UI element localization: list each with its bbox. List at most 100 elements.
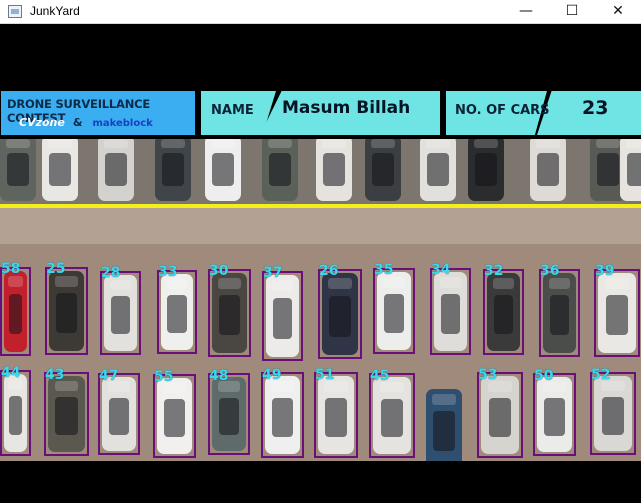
detection-box — [369, 373, 415, 458]
car-hood — [6, 139, 30, 149]
name-label: NAME — [211, 103, 254, 118]
car-hood — [48, 139, 72, 149]
car-hood — [268, 139, 292, 149]
detection-id-label: 49 — [262, 367, 282, 383]
car-roof — [105, 153, 127, 187]
car-hood — [432, 393, 456, 405]
car-hood — [474, 139, 498, 149]
detection-box — [208, 269, 251, 357]
detection-id-label: 44 — [1, 365, 21, 381]
car-roof — [323, 153, 345, 187]
car-roof — [212, 153, 234, 187]
detection-box — [477, 372, 523, 458]
detection-box — [533, 373, 576, 456]
detection-id-label: 52 — [591, 367, 611, 383]
detection-id-label: 32 — [484, 263, 504, 279]
detection-id-label: 50 — [534, 368, 554, 384]
sponsor-ampersand: & — [72, 116, 83, 129]
undetected-car — [426, 389, 462, 461]
detection-id-label: 35 — [374, 262, 394, 278]
car-hood — [536, 139, 560, 149]
detection-box — [539, 269, 580, 357]
detection-id-label: 28 — [101, 265, 121, 281]
detection-id-label: 51 — [315, 367, 335, 383]
video-frame: DRONE SURVEILLANCE CONTEST CVzone & makebl… — [0, 25, 641, 503]
minimize-button[interactable]: — — [503, 0, 549, 24]
detection-box — [153, 374, 196, 458]
car-hood — [322, 139, 346, 149]
detection-box — [430, 268, 471, 355]
window-titlebar: JunkYard — ☐ ✕ — [0, 0, 641, 24]
top-row-car — [420, 139, 456, 201]
car-hood — [596, 139, 620, 149]
contest-panel: DRONE SURVEILLANCE CONTEST CVzone & makebl… — [1, 91, 195, 135]
detection-id-label: 33 — [158, 264, 178, 280]
car-roof — [433, 411, 455, 452]
detection-box — [261, 372, 304, 458]
detection-id-label: 53 — [478, 367, 498, 383]
app-window-icon — [8, 5, 22, 18]
detection-id-label: 34 — [431, 262, 451, 278]
detection-box — [208, 373, 250, 455]
top-row-car — [205, 139, 241, 201]
detection-box — [483, 269, 524, 355]
detection-id-label: 30 — [209, 263, 229, 279]
makeblock-logo: makeblock — [92, 118, 153, 129]
top-row-car — [365, 139, 401, 201]
detection-id-label: 45 — [370, 368, 390, 384]
detection-id-label: 55 — [154, 369, 174, 385]
car-hood — [104, 139, 128, 149]
car-hood — [161, 139, 185, 149]
detection-box — [590, 372, 636, 455]
top-row-car — [262, 139, 298, 201]
car-roof — [372, 153, 394, 187]
detection-box — [373, 268, 415, 354]
detection-box — [100, 271, 141, 355]
car-count-label: NO. OF CARS — [455, 103, 550, 118]
cvzone-logo: CVzone — [19, 116, 65, 129]
detection-id-label: 47 — [99, 368, 119, 384]
car-hood — [211, 139, 235, 149]
top-row-car — [0, 139, 36, 201]
car-hood — [426, 139, 450, 149]
car-count-value: 23 — [582, 97, 609, 119]
top-row-car — [155, 139, 191, 201]
detection-id-label: 25 — [46, 261, 66, 277]
detection-box — [262, 271, 303, 361]
car-roof — [627, 153, 641, 187]
close-button[interactable]: ✕ — [595, 0, 641, 24]
detection-id-label: 26 — [319, 263, 339, 279]
detection-box — [594, 269, 640, 357]
sponsor-logos: CVzone & makeblock — [19, 116, 153, 130]
detection-id-label: 36 — [540, 263, 560, 279]
top-row-car — [530, 139, 566, 201]
detection-id-label: 37 — [263, 265, 283, 281]
detection-box — [98, 373, 140, 455]
window-title: JunkYard — [30, 4, 80, 18]
car-roof — [269, 153, 291, 187]
detection-box — [0, 267, 31, 356]
car-hood — [626, 139, 641, 149]
detection-id-label: 43 — [45, 367, 65, 383]
car-roof — [49, 153, 71, 187]
car-roof — [427, 153, 449, 187]
detection-box — [0, 370, 31, 456]
car-roof — [537, 153, 559, 187]
top-row-car — [620, 139, 641, 201]
car-roof — [475, 153, 497, 187]
parking-lot-view: 58 25 28 33 30 37 26 35 34 32 36 39 44 43 47 55 48 49 51 45… — [0, 139, 641, 461]
detection-box — [318, 269, 362, 359]
detection-id-label: 58 — [1, 261, 21, 277]
detection-id-label: 39 — [595, 263, 615, 279]
maximize-button[interactable]: ☐ — [549, 0, 595, 24]
top-row-car — [468, 139, 504, 201]
driving-aisle — [0, 208, 641, 244]
top-row-car — [42, 139, 78, 201]
detection-box — [157, 270, 197, 354]
detection-box — [45, 267, 88, 355]
detection-box — [314, 372, 358, 458]
car-roof — [597, 153, 619, 187]
car-roof — [7, 153, 29, 187]
car-roof — [162, 153, 184, 187]
top-row-car — [316, 139, 352, 201]
